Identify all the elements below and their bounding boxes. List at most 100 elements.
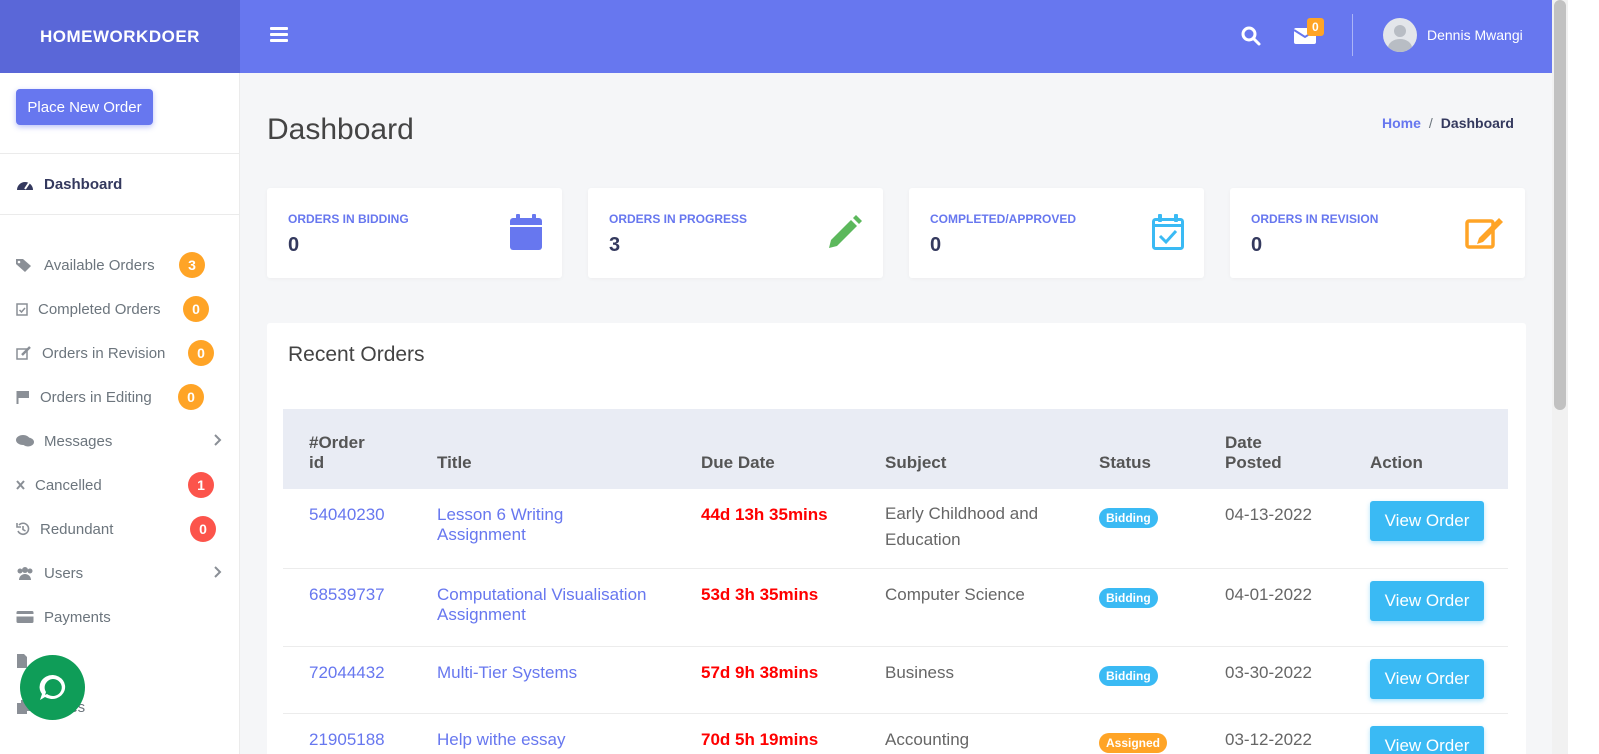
menu-toggle-icon[interactable] bbox=[270, 27, 288, 43]
action-cell: View Order bbox=[1344, 568, 1508, 647]
sidebar-item-label: Messages bbox=[44, 432, 113, 450]
breadcrumb-current: Dashboard bbox=[1440, 115, 1514, 131]
sidebar-item-dashboard[interactable]: Dashboard bbox=[16, 176, 122, 193]
users-icon bbox=[16, 565, 34, 581]
stat-card-in-progress[interactable]: ORDERS IN PROGRESS 3 bbox=[588, 188, 883, 278]
breadcrumb-home-link[interactable]: Home bbox=[1382, 115, 1421, 131]
stat-value: 0 bbox=[1251, 234, 1263, 256]
order-id-link[interactable]: 68539737 bbox=[283, 568, 411, 647]
subject: Early Childhood and Education bbox=[859, 489, 1073, 569]
page-title: Dashboard bbox=[267, 113, 414, 146]
stat-card-completed[interactable]: COMPLETED/APPROVED 0 bbox=[909, 188, 1204, 278]
user-name: Dennis Mwangi bbox=[1427, 27, 1523, 43]
sidebar-item-label: Payments bbox=[44, 608, 111, 626]
date-posted: 04-01-2022 bbox=[1199, 568, 1344, 647]
stat-label: ORDERS IN BIDDING bbox=[288, 212, 409, 226]
place-new-order-button[interactable]: Place New Order bbox=[16, 89, 153, 125]
stat-card-revision[interactable]: ORDERS IN REVISION 0 bbox=[1230, 188, 1525, 278]
order-id-link[interactable]: 72044432 bbox=[283, 646, 411, 714]
order-id-link[interactable]: 54040230 bbox=[283, 489, 411, 569]
subject: Accounting bbox=[859, 713, 1073, 754]
user-menu[interactable]: Dennis Mwangi bbox=[1383, 18, 1523, 52]
status-badge: Bidding bbox=[1099, 508, 1158, 528]
sidebar-item-orders-in-revision[interactable]: Orders in Revision 0 bbox=[16, 338, 222, 368]
sidebar-item-available-orders[interactable]: Available Orders 3 bbox=[16, 250, 222, 280]
order-title-link[interactable]: Help withe essay bbox=[411, 713, 675, 754]
sidebar-item-redundant[interactable]: Redundant 0 bbox=[16, 514, 222, 544]
table-row: 72044432 Multi-Tier Systems 57d 9h 38min… bbox=[283, 646, 1508, 714]
view-order-button[interactable]: View Order bbox=[1370, 725, 1484, 754]
table-header-row: #Order id Title Due Date Subject Status D… bbox=[283, 409, 1508, 489]
col-title: Title bbox=[437, 453, 472, 472]
view-order-button[interactable]: View Order bbox=[1370, 580, 1484, 621]
sidebar-item-label: Orders in Revision bbox=[42, 344, 166, 362]
sidebar-item-label: Users bbox=[44, 564, 84, 582]
table-row: 21905188 Help withe essay 70d 5h 19mins … bbox=[283, 713, 1508, 754]
sidebar-item-users[interactable]: Users bbox=[16, 558, 222, 588]
tags-icon bbox=[16, 257, 34, 273]
completed-orders-badge: 0 bbox=[183, 296, 209, 322]
col-due-date: Due Date bbox=[701, 453, 775, 472]
edit-icon bbox=[1465, 218, 1503, 249]
view-order-button[interactable]: View Order bbox=[1370, 501, 1484, 541]
sidebar-item-messages[interactable]: Messages bbox=[16, 426, 222, 456]
order-title-link[interactable]: Multi-Tier Systems bbox=[411, 646, 675, 714]
action-cell: View Order bbox=[1344, 713, 1508, 754]
order-id-link[interactable]: 21905188 bbox=[283, 713, 411, 754]
search-icon[interactable] bbox=[1240, 25, 1262, 47]
chevron-right-icon bbox=[214, 434, 222, 446]
mail-count-badge: 0 bbox=[1307, 18, 1324, 36]
col-date-posted: Date Posted bbox=[1199, 409, 1344, 489]
recent-orders-title: Recent Orders bbox=[288, 343, 425, 366]
avatar bbox=[1383, 18, 1417, 52]
due-date: 44d 13h 35mins bbox=[675, 489, 859, 569]
stat-label: ORDERS IN PROGRESS bbox=[609, 212, 748, 226]
status-cell: Bidding bbox=[1073, 646, 1199, 714]
date-posted: 03-12-2022 bbox=[1199, 713, 1344, 754]
chevron-right-icon bbox=[214, 566, 222, 578]
stat-label: COMPLETED/APPROVED bbox=[930, 212, 1077, 226]
status-cell: Bidding bbox=[1073, 489, 1199, 569]
calendar-check-icon bbox=[1152, 214, 1184, 250]
sidebar-item-label: Completed Orders bbox=[38, 300, 161, 318]
col-status: Status bbox=[1099, 453, 1151, 472]
sidebar-item-label: Redundant bbox=[40, 520, 114, 538]
calendar-check-icon bbox=[16, 301, 28, 317]
order-title-link[interactable]: Computational Visualisation Assignment bbox=[411, 568, 675, 647]
history-icon bbox=[16, 521, 30, 537]
flag-icon bbox=[16, 389, 30, 405]
redundant-badge: 0 bbox=[190, 516, 216, 542]
chat-widget-button[interactable] bbox=[20, 655, 85, 720]
navbar-divider bbox=[1352, 14, 1353, 56]
credit-card-icon bbox=[16, 609, 34, 625]
top-navbar: 0 Dennis Mwangi bbox=[240, 0, 1552, 73]
view-order-button[interactable]: View Order bbox=[1370, 658, 1484, 699]
recent-orders-table: #Order id Title Due Date Subject Status D… bbox=[283, 409, 1508, 754]
sidebar-item-payments[interactable]: Payments bbox=[16, 602, 222, 632]
scrollbar-thumb[interactable] bbox=[1554, 0, 1566, 410]
sidebar-item-completed-orders[interactable]: Completed Orders 0 bbox=[16, 294, 222, 324]
due-date: 53d 3h 35mins bbox=[675, 568, 859, 647]
order-title-link[interactable]: Lesson 6 Writing Assignment bbox=[411, 489, 675, 569]
orders-in-editing-badge: 0 bbox=[178, 384, 204, 410]
sidebar-item-orders-in-editing[interactable]: Orders in Editing 0 bbox=[16, 382, 222, 412]
status-cell: Bidding bbox=[1073, 568, 1199, 647]
breadcrumb: Home / Dashboard bbox=[1382, 115, 1514, 131]
brand-logo[interactable]: HOMEWORKDOER bbox=[0, 0, 240, 73]
sidebar-item-label: Orders in Editing bbox=[40, 388, 152, 406]
status-cell: Assigned bbox=[1073, 713, 1199, 754]
cancelled-badge: 1 bbox=[188, 472, 214, 498]
order-title-text: Lesson 6 Writing Assignment bbox=[437, 505, 564, 544]
stat-card-bidding[interactable]: ORDERS IN BIDDING 0 bbox=[267, 188, 562, 278]
stat-value: 0 bbox=[930, 234, 942, 256]
header-text: Posted bbox=[1225, 453, 1282, 472]
order-title-text: Computational Visualisation Assignment bbox=[437, 584, 647, 624]
stat-label: ORDERS IN REVISION bbox=[1251, 212, 1379, 226]
stat-value: 3 bbox=[609, 234, 621, 256]
header-text: id bbox=[309, 453, 325, 472]
date-posted: 04-13-2022 bbox=[1199, 489, 1344, 569]
sidebar-item-cancelled[interactable]: Cancelled 1 bbox=[16, 470, 222, 500]
date-posted: 03-30-2022 bbox=[1199, 646, 1344, 714]
stat-value: 0 bbox=[288, 234, 300, 256]
due-date: 70d 5h 19mins bbox=[675, 713, 859, 754]
